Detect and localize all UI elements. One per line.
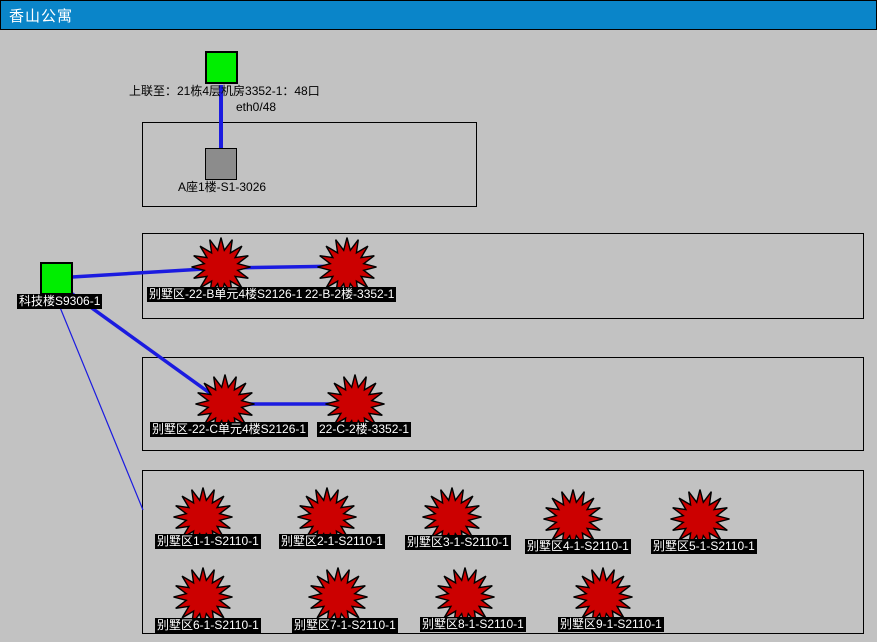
core-node-label: 科技楼S9306-1 [17,294,102,309]
node-label-villa-3-1: 别墅区3-1-S2110-1 [405,535,511,550]
node-label-22b-unit4: 别墅区-22-B单元4楼S2126-1 [147,287,304,302]
node-building-a-switch[interactable] [205,148,237,180]
node-label-villa-4-1: 别墅区4-1-S2110-1 [525,539,631,554]
node-label-villa-2-1: 别墅区2-1-S2110-1 [279,534,385,549]
node-label-villa-5-1: 别墅区5-1-S2110-1 [651,539,757,554]
link-core-to-villas[interactable] [57,300,143,510]
node-label-22c-unit4: 别墅区-22-C单元4楼S2126-1 [150,422,308,437]
uplink-interface-label: eth0/48 [236,100,276,115]
node-label-villa-1-1: 别墅区1-1-S2110-1 [155,534,261,549]
network-topology-map: 香山公寓 上联至：21栋4层机房3352-1：48口 eth0/48 A座1楼-… [0,0,877,642]
uplink-node-label: 上联至：21栋4层机房3352-1：48口 [129,84,320,99]
node-core-switch[interactable] [40,262,73,295]
node-uplink-switch[interactable] [205,51,238,84]
node-label-villa-6-1: 别墅区6-1-S2110-1 [155,618,261,633]
node-label-villa-7-1: 别墅区7-1-S2110-1 [292,618,398,633]
node-label-villa-8-1: 别墅区8-1-S2110-1 [420,617,526,632]
node-label-villa-9-1: 别墅区9-1-S2110-1 [558,617,664,632]
node-label-22b-2f: 22-B-2楼-3352-1 [303,287,396,302]
node-label-22c-2f: 22-C-2楼-3352-1 [317,422,411,437]
building-a-node-label: A座1楼-S1-3026 [178,180,266,195]
